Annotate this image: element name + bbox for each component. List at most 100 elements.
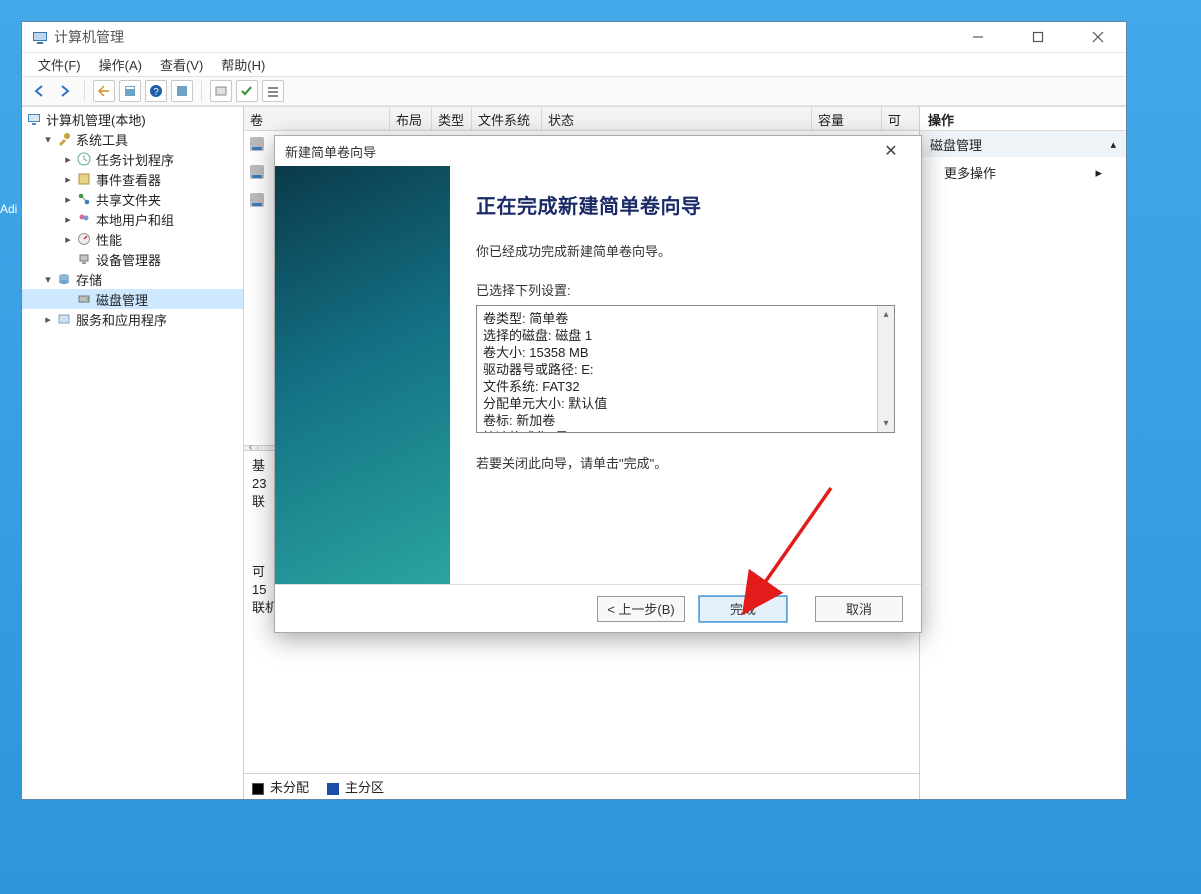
col-header-volume[interactable]: 卷	[244, 107, 390, 130]
storage-icon	[56, 271, 72, 287]
expand-icon[interactable]: ▸	[62, 153, 74, 166]
actions-category[interactable]: 磁盘管理 ▴	[920, 131, 1126, 157]
menu-file[interactable]: 文件(F)	[32, 53, 87, 76]
tool-list-button[interactable]	[262, 80, 284, 102]
legend: 未分配 主分区	[244, 773, 919, 799]
scroll-down-icon[interactable]: ▾	[878, 415, 894, 432]
expand-icon[interactable]: ▸	[62, 213, 74, 226]
services-icon	[56, 311, 72, 327]
device-icon	[76, 251, 92, 267]
tool-check-button[interactable]	[236, 80, 258, 102]
finish-button[interactable]: 完成	[699, 596, 787, 622]
wizard-title-bar: 新建简单卷向导 ✕	[275, 136, 921, 166]
actions-panel: 操作 磁盘管理 ▴ 更多操作 ▸	[920, 107, 1126, 799]
disk-name: 基	[252, 457, 272, 475]
tree-node-services-apps[interactable]: ▸ 服务和应用程序	[22, 309, 243, 329]
new-simple-volume-wizard: 新建简单卷向导 ✕ 正在完成新建简单卷向导 你已经成功完成新建简单卷向导。 已选…	[274, 135, 922, 633]
expand-icon[interactable]: ▸	[62, 233, 74, 246]
col-header-capacity[interactable]: 容量	[812, 107, 882, 130]
nav-forward-button[interactable]	[54, 80, 76, 102]
menu-action[interactable]: 操作(A)	[93, 53, 148, 76]
volume-icon	[250, 137, 264, 151]
col-header-avail[interactable]: 可	[882, 107, 912, 130]
tool-view-button[interactable]	[171, 80, 193, 102]
tool-properties-button[interactable]	[119, 80, 141, 102]
tree-label: 性能	[96, 230, 122, 249]
tree-node-device-manager[interactable]: 设备管理器	[22, 249, 243, 269]
expand-icon[interactable]: ▸	[62, 173, 74, 186]
menu-bar: 文件(F) 操作(A) 查看(V) 帮助(H)	[22, 52, 1126, 76]
wizard-settings-box[interactable]: 卷类型: 简单卷 选择的磁盘: 磁盘 1 卷大小: 15358 MB 驱动器号或…	[476, 305, 895, 433]
tools-icon	[56, 131, 72, 147]
tree-node-event-viewer[interactable]: ▸ 事件查看器	[22, 169, 243, 189]
wizard-content: 正在完成新建简单卷向导 你已经成功完成新建简单卷向导。 已选择下列设置: 卷类型…	[450, 166, 921, 584]
nav-back-button[interactable]	[28, 80, 50, 102]
tree-label: 事件查看器	[96, 170, 161, 189]
actions-more-label: 更多操作	[944, 163, 996, 182]
col-header-status[interactable]: 状态	[542, 107, 812, 130]
tree-label: 存储	[76, 270, 102, 289]
scroll-left-button[interactable]: ‹	[244, 446, 258, 450]
col-header-fs[interactable]: 文件系统	[472, 107, 542, 130]
tree-label: 计算机管理(本地)	[46, 110, 146, 129]
setting-line: 卷类型: 简单卷	[483, 310, 874, 327]
col-header-type[interactable]: 类型	[432, 107, 472, 130]
tree-node-root[interactable]: 计算机管理(本地)	[22, 109, 243, 129]
wizard-close-hint: 若要关闭此向导，请单击"完成"。	[476, 453, 895, 472]
settings-scrollbar[interactable]: ▴ ▾	[877, 306, 894, 432]
tool-refresh-button[interactable]	[210, 80, 232, 102]
actions-category-label: 磁盘管理	[930, 135, 982, 154]
menu-view[interactable]: 查看(V)	[154, 53, 209, 76]
tree-node-task-scheduler[interactable]: ▸ 任务计划程序	[22, 149, 243, 169]
cancel-button[interactable]: 取消	[815, 596, 903, 622]
tree-node-storage[interactable]: ▾ 存储	[22, 269, 243, 289]
setting-line: 驱动器号或路径: E:	[483, 361, 874, 378]
collapse-icon[interactable]: ▾	[42, 133, 54, 146]
col-header-layout[interactable]: 布局	[390, 107, 432, 130]
tree-label: 设备管理器	[96, 250, 161, 269]
wizard-banner	[275, 166, 450, 584]
tree-node-shared-folders[interactable]: ▸ 共享文件夹	[22, 189, 243, 209]
tool-help-button[interactable]: ?	[145, 80, 167, 102]
tree-node-system-tools[interactable]: ▾ 系统工具	[22, 129, 243, 149]
volume-icon	[250, 193, 264, 207]
share-icon	[76, 191, 92, 207]
legend-primary: 主分区	[327, 777, 384, 796]
tree-label: 任务计划程序	[96, 150, 174, 169]
tree-label: 服务和应用程序	[76, 310, 167, 329]
window-close-button[interactable]	[1080, 22, 1116, 52]
disk-info: 基 23 联	[252, 457, 272, 511]
back-button[interactable]: < 上一步(B)	[597, 596, 685, 622]
tree-node-disk-management[interactable]: 磁盘管理	[22, 289, 243, 309]
clock-icon	[76, 151, 92, 167]
setting-line: 文件系统: FAT32	[483, 378, 874, 395]
perf-icon	[76, 231, 92, 247]
setting-line: 卷大小: 15358 MB	[483, 344, 874, 361]
collapse-icon[interactable]: ▾	[42, 273, 54, 286]
window-minimize-button[interactable]	[960, 22, 996, 52]
wizard-close-button[interactable]: ✕	[871, 137, 911, 165]
disk-icon	[76, 291, 92, 307]
expand-icon[interactable]: ▸	[42, 313, 54, 326]
tree-label: 磁盘管理	[96, 290, 148, 309]
scroll-up-icon[interactable]: ▴	[878, 306, 894, 323]
svg-text:?: ?	[153, 87, 159, 98]
menu-help[interactable]: 帮助(H)	[215, 53, 271, 76]
tree-node-local-users[interactable]: ▸ 本地用户和组	[22, 209, 243, 229]
actions-more[interactable]: 更多操作 ▸	[920, 157, 1126, 188]
expand-icon[interactable]: ▸	[62, 193, 74, 206]
users-icon	[76, 211, 92, 227]
disk-size: 23	[252, 475, 272, 493]
wizard-title: 新建简单卷向导	[285, 142, 871, 161]
setting-line: 卷标: 新加卷	[483, 412, 874, 429]
tree-node-performance[interactable]: ▸ 性能	[22, 229, 243, 249]
tool-up-button[interactable]	[93, 80, 115, 102]
wizard-footer: < 上一步(B) 完成 取消	[275, 584, 921, 632]
window-maximize-button[interactable]	[1020, 22, 1056, 52]
navigation-tree[interactable]: 计算机管理(本地) ▾ 系统工具 ▸ 任务计划程序 ▸ 事件查看器 ▸ 共享文件…	[22, 107, 244, 799]
disk-status: 联	[252, 493, 272, 511]
tree-label: 共享文件夹	[96, 190, 161, 209]
caret-right-icon: ▸	[1095, 165, 1102, 181]
setting-line: 快速格式化: 是	[483, 429, 874, 433]
volume-list-header: 卷 布局 类型 文件系统 状态 容量 可	[244, 107, 919, 131]
